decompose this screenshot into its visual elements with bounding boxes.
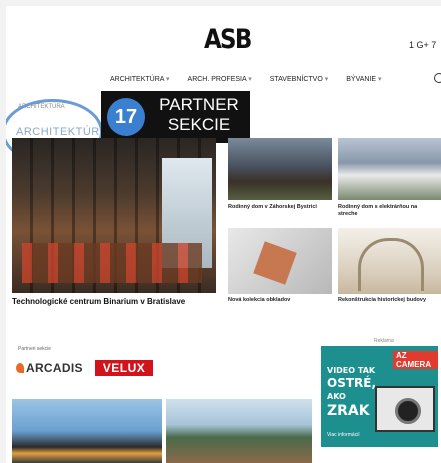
nav-item-stavebnictvo[interactable]: STAVEBNÍCTVO [270,75,329,83]
thumb-caption-3[interactable]: Nová kolekcia obkladov [228,297,328,304]
page: ASB 1 G+ 7 ARCHITEKTÚRA ARCH. PROFESIA S… [6,6,441,463]
thumb-4-arch [358,238,424,291]
social-links[interactable]: 1 G+ 7 [409,40,436,50]
thumb-caption-4[interactable]: Rekonštrukcia historickej budovy [338,297,438,304]
bottom-image-2[interactable] [166,399,312,463]
thumb-3-object [253,241,297,285]
camera-icon [375,386,435,432]
ad-line-3: AKO [327,392,346,401]
badge-text: PARTNER SEKCIE [153,95,245,135]
velux-logo[interactable]: VELUX [95,360,153,376]
thumb-image-3[interactable] [228,228,332,294]
thumb-caption-2[interactable]: Rodinný dom s elektrárňou na streche [338,204,438,218]
camera-lens [395,398,421,424]
hero-chairs [22,243,202,283]
nav-item-arch-profesia[interactable]: ARCH. PROFESIA [188,75,252,83]
arcadis-text: ARCADIS [26,361,83,375]
partner-badge: 17 PARTNER SEKCIE [101,91,250,143]
arcadis-logo[interactable]: ARCADIS [16,361,83,375]
badge-line-2: SEKCIE [167,115,231,134]
thumb-image-2[interactable] [338,138,441,200]
ad-label: Reklama [374,338,394,344]
ad-line-1: VIDEO TAK [327,366,376,375]
nav-item-architektura[interactable]: ARCHITEKTÚRA [110,75,170,83]
badge-line-1: PARTNER [159,95,239,114]
site-logo[interactable]: ASB [204,24,252,55]
nav-item-byvanie[interactable]: BÝVANIE [346,75,381,83]
ad-line-2: OSTRÉ, [327,376,377,390]
ad-line-4: ZRAK [327,403,370,419]
ad-brand: AZ CAMERA [393,351,438,369]
bottom-image-1[interactable] [12,399,162,463]
hero-image[interactable] [12,138,216,293]
main-nav: ARCHITEKTÚRA ARCH. PROFESIA STAVEBNÍCTVO… [110,75,382,83]
thumb-caption-1[interactable]: Rodinný dom v Záhorskej Bystrici [228,204,328,211]
thumb-image-4[interactable] [338,228,441,294]
ad-banner[interactable]: AZ CAMERA VIDEO TAK OSTRÉ, AKO ZRAK Viac… [321,346,438,447]
partners-label: Partneri sekcie [18,346,52,352]
badge-number: 17 [107,98,145,136]
ad-cta[interactable]: Viac informácií [327,432,360,438]
hero-title[interactable]: Technologické centrum Binarium v Bratisl… [12,296,216,308]
search-icon[interactable] [434,73,441,83]
arcadis-flame-icon [16,363,24,373]
thumb-image-1[interactable] [228,138,332,200]
